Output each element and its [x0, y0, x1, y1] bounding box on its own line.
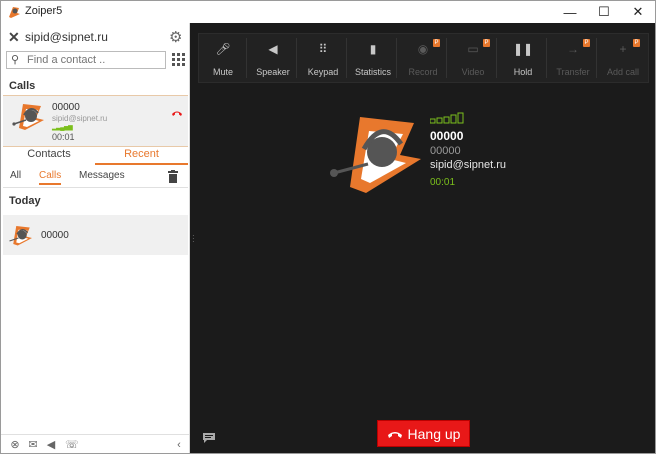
call-panel: 🎤︎ Mute ◀ Speaker ⠿ Keypad ▮ Statistics ◉ P Record… [190, 23, 655, 453]
call-toolbar: 🎤︎ Mute ◀ Speaker ⠿ Keypad ▮ Statistics ◉ P Record… [198, 33, 649, 83]
toolbar-label: Add call [606, 67, 640, 77]
subtab-all[interactable]: All [10, 170, 21, 181]
pro-lock-badge: P [633, 39, 640, 47]
caller-number: 00000 [430, 129, 464, 143]
title-bar: Zoiper5 — ☐ ✕ [1, 1, 655, 23]
subtab-messages[interactable]: Messages [79, 170, 125, 181]
keypad-icon: ⠿ [318, 42, 328, 56]
phone-icon[interactable]: ☏ [65, 439, 79, 451]
toolbar-label: Mute [212, 67, 233, 77]
recent-call-item[interactable]: 00000 [3, 215, 188, 255]
search-icon: ⚲ [11, 54, 20, 66]
toolbar-button-record[interactable]: ◉ P Record [399, 34, 447, 82]
caller-duration: 00:01 [430, 177, 456, 188]
mail-icon[interactable]: ✉ [27, 439, 39, 451]
pro-lock-badge: P [583, 39, 590, 47]
toolbar-label: Transfer [556, 67, 590, 77]
toolbar-label: Speaker [256, 67, 290, 77]
signal-strength: ▂▃▄▅▆ [52, 125, 73, 131]
trash-icon[interactable] [168, 170, 178, 183]
pro-lock-badge: P [483, 39, 490, 47]
toolbar-separator [396, 38, 397, 78]
close-account-icon[interactable]: ✕ [8, 29, 20, 46]
caller-account: sipid@sipnet.ru [430, 159, 506, 171]
today-section-title: Today [9, 195, 41, 207]
microphone-icon: 🎤︎ [215, 42, 231, 56]
recent-filter-tabs: All Calls Messages [3, 167, 188, 188]
panel-resize-handle[interactable]: · · · [192, 232, 195, 246]
pause-icon: ❚❚ [512, 42, 534, 56]
toolbar-label: Keypad [307, 67, 339, 77]
toolbar-button-speaker[interactable]: ◀ Speaker [249, 34, 297, 82]
toolbar-separator [246, 38, 247, 78]
contact-avatar-icon [9, 226, 32, 246]
contact-avatar-icon [12, 104, 44, 130]
toolbar-button-statistics[interactable]: ▮ Statistics [349, 34, 397, 82]
close-button[interactable]: ✕ [621, 1, 655, 23]
contact-tabs: Contacts Recent [3, 145, 188, 165]
chat-icon[interactable] [202, 432, 216, 444]
calls-section-title: Calls [9, 80, 36, 92]
signal-bars-icon [430, 112, 464, 124]
toolbar-label: Video [461, 67, 485, 77]
search-box: ⚲ [6, 51, 166, 69]
call-number: 00000 [52, 102, 80, 113]
call-duration: 00:01 [52, 132, 75, 142]
speaker-icon: ◀ [268, 42, 278, 56]
caller-avatar-icon [330, 117, 421, 193]
toolbar-separator [596, 38, 597, 78]
maximize-button[interactable]: ☐ [587, 1, 621, 23]
subtab-calls[interactable]: Calls [39, 170, 62, 185]
speaker-status-icon[interactable]: ◀ [45, 439, 57, 451]
toolbar-separator [496, 38, 497, 78]
call-account: sipid@sipnet.ru [52, 114, 108, 123]
toolbar-separator [296, 38, 297, 78]
toolbar-button-add-call[interactable]: + P Add call [599, 34, 647, 82]
account-name: sipid@sipnet.ru [25, 30, 108, 44]
hang-up-button[interactable]: Hang up [377, 420, 470, 447]
toolbar-separator [546, 38, 547, 78]
zoiper-logo-icon [9, 7, 20, 18]
toolbar-label: Record [408, 67, 438, 77]
toolbar-separator [446, 38, 447, 78]
hang-up-label: Hang up [407, 425, 461, 442]
search-input[interactable] [27, 53, 161, 67]
toolbar-button-mute[interactable]: 🎤︎ Mute [199, 34, 247, 82]
caller-number-secondary: 00000 [430, 145, 461, 157]
toolbar-button-transfer[interactable]: → P Transfer [549, 34, 597, 82]
collapse-icon[interactable]: ‹ [173, 439, 185, 451]
toolbar-separator [346, 38, 347, 78]
window-title: Zoiper5 [25, 5, 63, 17]
status-bar: ⊗ ✉ ◀ ☏ ‹ [1, 434, 189, 453]
pro-lock-badge: P [433, 39, 440, 47]
tab-contacts[interactable]: Contacts [3, 145, 95, 165]
gear-icon[interactable]: ⚙ [169, 28, 182, 46]
minimize-button[interactable]: — [553, 1, 587, 23]
toolbar-button-video[interactable]: ▭ P Video [449, 34, 497, 82]
toolbar-label: Hold [513, 67, 533, 77]
dialpad-icon[interactable] [172, 53, 185, 66]
hangup-icon[interactable] [171, 108, 183, 118]
zoiper-window: Zoiper5 — ☐ ✕ ✕ sipid@sipnet.ru ⚙ ⚲ Call… [0, 0, 656, 454]
statistics-icon: ▮ [369, 42, 377, 56]
toolbar-button-hold[interactable]: ❚❚ Hold [499, 34, 547, 82]
dnd-icon[interactable]: ⊗ [9, 439, 21, 451]
recent-call-number: 00000 [41, 230, 69, 241]
tab-recent[interactable]: Recent [95, 145, 188, 165]
toolbar-label: Statistics [354, 67, 391, 77]
toolbar-button-keypad[interactable]: ⠿ Keypad [299, 34, 347, 82]
left-panel: ✕ sipid@sipnet.ru ⚙ ⚲ Calls 00000 sipid@… [1, 23, 190, 453]
hangup-icon [387, 431, 402, 438]
active-call-item[interactable]: 00000 sipid@sipnet.ru ▂▃▄▅▆ 00:01 [3, 95, 188, 147]
